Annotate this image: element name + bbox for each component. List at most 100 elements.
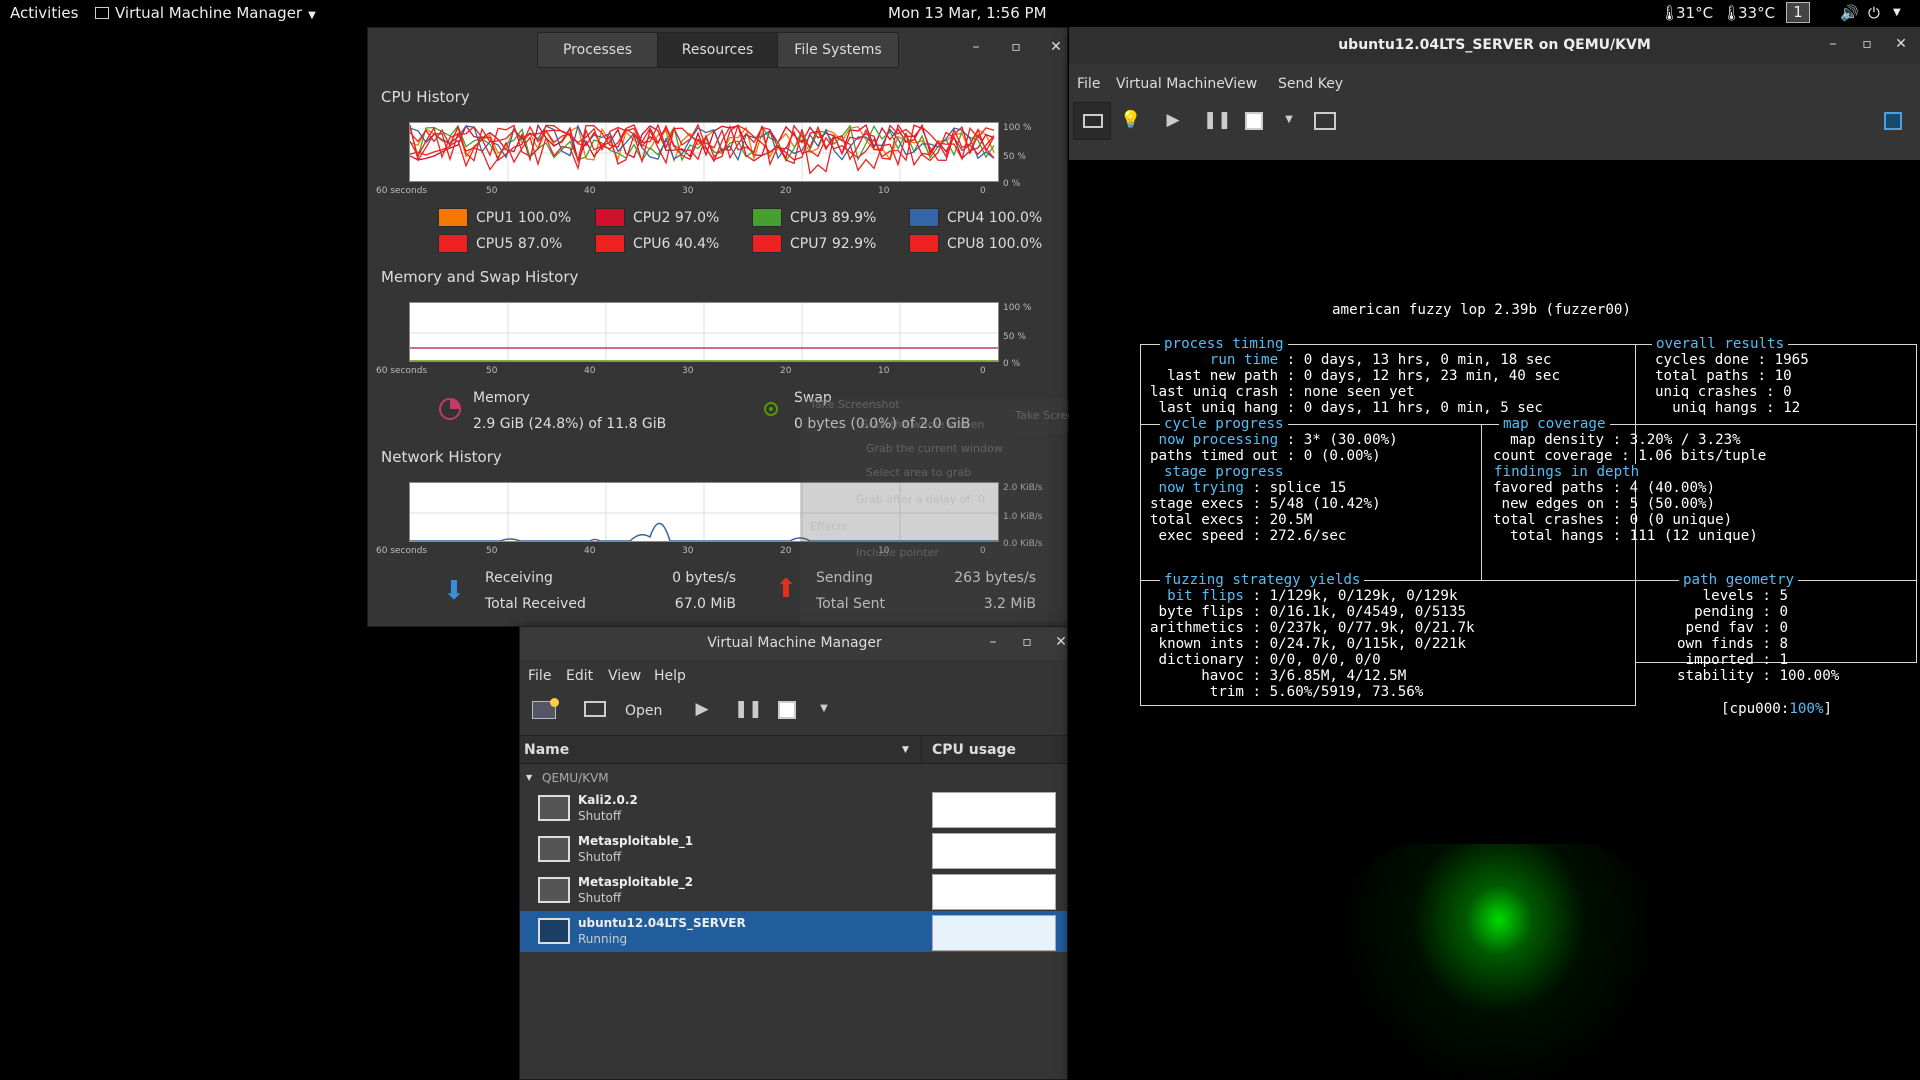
- app-menu-label: Virtual Machine Manager: [115, 4, 303, 22]
- system-monitor-window: Processes Resources File Systems – ▫ ✕ C…: [367, 27, 1068, 627]
- close-icon[interactable]: ✕: [1886, 36, 1916, 52]
- maximize-icon[interactable]: ▫: [1012, 634, 1042, 650]
- fullscreen-icon[interactable]: [1884, 112, 1902, 130]
- cpu-color-swatch[interactable]: [752, 234, 782, 253]
- workspace-indicator[interactable]: 1: [1786, 2, 1810, 23]
- lightbulb-icon[interactable]: 💡: [1119, 110, 1143, 130]
- col-cpu[interactable]: CPU usage: [932, 742, 1016, 758]
- shutdown-icon[interactable]: [1245, 112, 1263, 130]
- maximize-icon[interactable]: ▫: [1001, 39, 1031, 55]
- menu-view[interactable]: View: [1224, 76, 1257, 92]
- afl-own-finds: 8: [1779, 636, 1789, 652]
- play-icon[interactable]: ▶: [690, 699, 714, 719]
- chevron-down-icon[interactable]: ▼: [1280, 114, 1298, 125]
- upload-arrow-icon: ⬆: [775, 574, 797, 604]
- cpu-color-swatch[interactable]: [909, 234, 939, 253]
- shutdown-icon[interactable]: [778, 701, 796, 719]
- vm-row[interactable]: ubuntu12.04LTS_SERVER Running: [520, 911, 1067, 952]
- clock[interactable]: Mon 13 Mar, 1:56 PM: [888, 4, 1047, 22]
- cpu-legend-item[interactable]: CPU7 92.9%: [752, 234, 876, 253]
- cpu-legend-label: CPU3 89.9%: [790, 209, 877, 226]
- afl-strategy-lines: bit flips : 1/129k, 0/129k, 0/129k byte …: [1150, 588, 1475, 700]
- cpu-legend-item[interactable]: CPU2 97.0%: [595, 208, 719, 227]
- y-tick: 0 %: [1003, 359, 1021, 369]
- close-icon[interactable]: ✕: [1041, 39, 1067, 55]
- total-received-value: 67.0 MiB: [674, 596, 736, 612]
- temp-1: 31°C: [1676, 4, 1714, 22]
- menu-file[interactable]: File: [1077, 76, 1100, 92]
- ghost-title: Take Screenshot: [810, 398, 900, 411]
- vm-row[interactable]: Kali2.0.2 Shutoff: [520, 788, 1067, 829]
- vm-status: Shutoff: [578, 891, 622, 905]
- afl-levels: 5: [1779, 588, 1789, 604]
- minimize-icon[interactable]: –: [961, 39, 991, 55]
- x-tick: 50: [486, 546, 498, 556]
- cpu-legend-label: CPU8 100.0%: [947, 235, 1043, 252]
- afl-cpu-suffix: ]: [1823, 701, 1833, 717]
- pause-icon[interactable]: ❚❚: [1203, 110, 1232, 130]
- console-view-toggle[interactable]: [1073, 102, 1111, 140]
- activities-button[interactable]: Activities: [10, 4, 78, 22]
- tab-processes[interactable]: Processes: [538, 33, 658, 67]
- cpu-color-swatch[interactable]: [595, 234, 625, 253]
- vm-row[interactable]: Metasploitable_2 Shutoff: [520, 870, 1067, 911]
- network-history-title: Network History: [381, 448, 502, 466]
- minimize-icon[interactable]: –: [978, 634, 1008, 650]
- new-vm-icon[interactable]: [532, 698, 559, 719]
- menu-file[interactable]: File: [528, 668, 551, 684]
- chevron-down-icon[interactable]: ▼: [815, 703, 833, 714]
- afl-imported: 1: [1779, 652, 1789, 668]
- bottom-glow-area: [1069, 844, 1920, 1080]
- power-icon[interactable]: ⏻: [1868, 4, 1880, 22]
- monitor-icon[interactable]: [584, 701, 606, 717]
- cpu-legend-item[interactable]: CPU6 40.4%: [595, 234, 719, 253]
- x-tick: 60 seconds: [376, 546, 428, 556]
- download-arrow-icon: ⬇: [443, 576, 465, 606]
- chevron-down-icon[interactable]: ▼: [1893, 7, 1901, 18]
- play-icon[interactable]: ▶: [1161, 110, 1185, 130]
- maximize-icon[interactable]: ▫: [1852, 36, 1882, 52]
- menu-view[interactable]: View: [608, 668, 641, 684]
- expander-icon[interactable]: ▼: [526, 773, 532, 782]
- afl-uniq-hangs: 12: [1783, 400, 1801, 416]
- cpu-color-swatch[interactable]: [438, 234, 468, 253]
- cpu-color-swatch[interactable]: [595, 208, 625, 227]
- y-tick: 50 %: [1003, 332, 1026, 342]
- menu-send-key[interactable]: Send Key: [1278, 76, 1343, 92]
- cpu-legend-item[interactable]: CPU4 100.0%: [909, 208, 1042, 227]
- menu-help[interactable]: Help: [654, 668, 686, 684]
- cpu-legend-item[interactable]: CPU1 100.0%: [438, 208, 571, 227]
- snapshot-icon[interactable]: [1314, 112, 1336, 130]
- y-tick: 100 %: [1003, 303, 1032, 313]
- afl-pending: 0: [1779, 604, 1789, 620]
- tab-file-systems[interactable]: File Systems: [778, 33, 898, 67]
- cpu-color-swatch[interactable]: [752, 208, 782, 227]
- sort-chevron-icon[interactable]: ▼: [902, 745, 909, 755]
- afl-h-path: path geometry: [1679, 572, 1799, 588]
- vm-row[interactable]: Metasploitable_1 Shutoff: [520, 829, 1067, 870]
- close-icon[interactable]: ✕: [1046, 634, 1067, 650]
- y-tick: 0 %: [1003, 179, 1021, 189]
- menu-virtual-machine[interactable]: Virtual Machine: [1116, 76, 1225, 92]
- vm-cpu-graph: [932, 874, 1056, 910]
- tab-resources[interactable]: Resources: [658, 33, 778, 67]
- cpu-legend-item[interactable]: CPU5 87.0%: [438, 234, 562, 253]
- group-qemu[interactable]: QEMU/KVM: [542, 771, 609, 785]
- col-name[interactable]: Name: [524, 742, 569, 758]
- memory-value: 2.9 GiB (24.8%) of 11.8 GiB: [473, 416, 667, 432]
- app-menu[interactable]: Virtual Machine Manager ▼: [95, 4, 316, 22]
- cpu-legend-item[interactable]: CPU3 89.9%: [752, 208, 876, 227]
- vm-console-window: ubuntu12.04LTS_SERVER on QEMU/KVM – ▫ ✕ …: [1069, 27, 1920, 1080]
- minimize-icon[interactable]: –: [1818, 36, 1848, 52]
- afl-findings-lines: favored paths : 4 (40.00%) new edges on …: [1493, 480, 1758, 544]
- volume-icon[interactable]: 🔊: [1840, 4, 1859, 22]
- cpu-legend-item[interactable]: CPU8 100.0%: [909, 234, 1042, 253]
- cpu-color-swatch[interactable]: [438, 208, 468, 227]
- open-button[interactable]: Open: [625, 703, 662, 719]
- x-tick: 40: [584, 546, 596, 556]
- afl-cycles-done: 1965: [1774, 352, 1809, 368]
- cpu-color-swatch[interactable]: [909, 208, 939, 227]
- x-tick: 30: [682, 366, 694, 376]
- menu-edit[interactable]: Edit: [566, 668, 593, 684]
- pause-icon[interactable]: ❚❚: [734, 699, 763, 719]
